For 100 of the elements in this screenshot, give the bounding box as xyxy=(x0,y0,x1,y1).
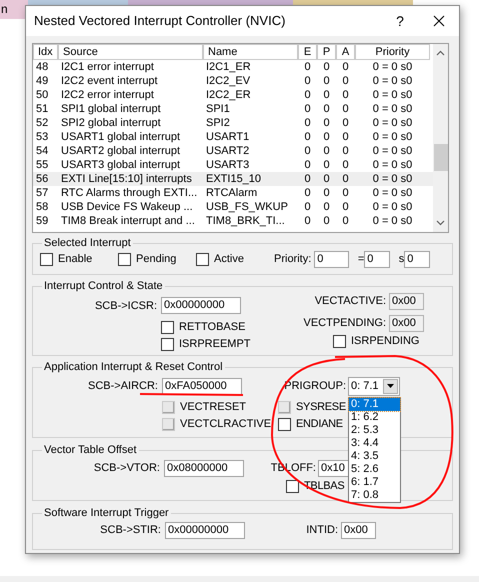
table-cell-text: 0 xyxy=(341,130,350,144)
window-title: Nested Vectored Interrupt Controller (NVIC) xyxy=(34,12,286,30)
table-cell-text: USART3 global interrupt xyxy=(60,158,182,172)
field-label: SCB->AIRCR: xyxy=(87,379,158,393)
table-cell-text: 0 xyxy=(303,214,312,228)
value-field[interactable]: 0 xyxy=(314,250,350,268)
checkbox-label: Enable xyxy=(58,252,92,266)
table-cell-text: EXTI15_10 xyxy=(205,172,262,186)
dropdown-option[interactable]: 4: 3.5 xyxy=(349,450,400,462)
table-cell-text: 0 = 0 s0 xyxy=(372,186,414,200)
table-cell-text: I2C2_EV xyxy=(205,74,252,88)
field-label: VECTPENDING: xyxy=(302,316,386,330)
table-cell-text: USB_FS_WKUP xyxy=(205,200,289,214)
group-title: Application Interrupt & Reset Control xyxy=(43,361,224,374)
table-cell-text: 0 xyxy=(341,172,350,186)
column-header[interactable]: Source xyxy=(58,44,203,60)
scroll-up-icon[interactable] xyxy=(436,50,445,56)
value-field[interactable]: 0x00 xyxy=(389,314,424,332)
table-cell-text: 54 xyxy=(35,144,50,158)
field-label: SCB->VTOR: xyxy=(92,461,160,475)
dropdown-option[interactable]: 1: 6.2 xyxy=(349,410,400,424)
prigroup-dropdown[interactable]: 0: 7.1 xyxy=(348,376,400,396)
table-cell-text: 0 xyxy=(303,200,312,214)
column-header[interactable]: E xyxy=(298,44,317,60)
table-cell-text: 57 xyxy=(35,186,50,200)
table-cell-text: USB Device FS Wakeup ... xyxy=(60,200,194,214)
table-cell-text: RTCAlarm xyxy=(205,186,258,200)
column-header[interactable]: Priority xyxy=(355,44,430,60)
scrollbar[interactable] xyxy=(433,44,448,232)
background-tab[interactable]: n xyxy=(0,0,28,19)
checkbox-label: ISRPENDING xyxy=(351,334,420,348)
field-label: = xyxy=(356,252,364,266)
table-cell-text: TIM8 Break interrupt and ... xyxy=(60,214,196,228)
table-cell-text: 0 xyxy=(303,130,312,144)
checkbox[interactable] xyxy=(196,252,209,266)
value-field[interactable]: 0xFA050000 xyxy=(162,378,242,394)
checkbox[interactable] xyxy=(278,418,291,430)
checkbox[interactable] xyxy=(333,334,346,348)
help-button[interactable]: ? xyxy=(389,10,411,32)
column-header[interactable]: Name xyxy=(203,44,298,60)
column-header[interactable]: Idx xyxy=(33,44,58,60)
close-icon[interactable] xyxy=(433,15,445,27)
column-header[interactable]: A xyxy=(336,44,355,60)
table-cell-text: 0 = 0 s0 xyxy=(372,158,414,172)
checkbox[interactable] xyxy=(161,338,174,350)
table-row[interactable]: 56 EXTI Line[15:10] interrupts EXTI15_10 0 0 0 0 = 0 s0 xyxy=(33,172,433,186)
table-cell-text: 0 xyxy=(322,60,331,74)
dropdown-option[interactable]: 2: 5.3 xyxy=(349,424,400,436)
table-cell-text: 52 xyxy=(35,116,50,130)
value-field[interactable]: 0x00 xyxy=(341,522,376,538)
table-cell-text: 0 xyxy=(303,74,312,88)
value-field[interactable]: 0x00 xyxy=(389,292,424,310)
table-cell-text: 0 xyxy=(322,88,331,102)
checkbox-label: ENDIANE xyxy=(296,417,343,431)
table-cell-text: USART1 global interrupt xyxy=(60,130,182,144)
dropdown-option[interactable]: 6: 1.7 xyxy=(349,476,400,488)
table-cell-text: 0 xyxy=(322,144,331,158)
column-header[interactable]: P xyxy=(317,44,336,60)
checkbox[interactable] xyxy=(286,480,299,492)
table-cell-text: 0 = 0 s0 xyxy=(372,88,414,102)
table-cell-text: EXTI Line[15:10] interrupts xyxy=(60,172,193,186)
table-cell-text: 56 xyxy=(35,172,50,186)
table-cell-text: 0 = 0 s0 xyxy=(372,74,414,88)
table-cell-text: 0 = 0 s0 xyxy=(372,200,414,214)
table-cell-text: 0 xyxy=(341,158,350,172)
checkbox-label: RETTOBASE xyxy=(179,320,246,334)
checkbox[interactable] xyxy=(40,252,53,266)
table-cell-text: 0 = 0 s0 xyxy=(372,172,414,186)
value-field[interactable]: 0x08000000 xyxy=(164,460,244,476)
value-field[interactable]: 0 xyxy=(364,250,390,268)
dropdown-option[interactable]: 3: 4.4 xyxy=(349,436,400,450)
scrollbar-thumb[interactable] xyxy=(434,144,448,171)
checkbox-label: VECTRESET xyxy=(180,400,246,414)
table-cell-text: 0 xyxy=(341,88,350,102)
group-title: Interrupt Control & State xyxy=(43,280,164,293)
table-cell-text: 0 xyxy=(322,158,331,172)
table-cell-text: SPI1 xyxy=(205,102,231,116)
table-cell-text: 53 xyxy=(35,130,50,144)
table-cell-text: 0 xyxy=(303,102,312,116)
checkbox-label: SYSRESE xyxy=(296,400,346,414)
value-field[interactable]: 0x00000000 xyxy=(165,522,245,538)
table-cell-text: 0 xyxy=(303,186,312,200)
table-cell-text: USART2 global interrupt xyxy=(60,144,182,158)
value-field[interactable]: 0x00000000 xyxy=(161,297,241,314)
checkbox[interactable] xyxy=(118,252,131,266)
table-cell-text: 0 xyxy=(341,102,350,116)
table-cell-text: 58 xyxy=(35,200,50,214)
dropdown-option[interactable]: 0: 7.1 xyxy=(349,398,400,410)
table-cell-text: SPI1 global interrupt xyxy=(60,102,162,116)
table-cell-text: USART2 xyxy=(205,144,250,158)
table-cell-text: TIM8_BRK_TI... xyxy=(205,214,286,228)
value-field[interactable]: 0 xyxy=(404,250,430,268)
dropdown-option[interactable]: 7: 0.8 xyxy=(349,488,400,502)
scroll-down-icon[interactable] xyxy=(436,220,445,226)
table-cell-text: 0 xyxy=(341,74,350,88)
table-cell-text: 0 = 0 s0 xyxy=(372,116,414,130)
field-label: s xyxy=(398,252,404,266)
checkbox[interactable] xyxy=(161,320,174,334)
field-label: SCB->STIR: xyxy=(99,523,161,537)
table-cell-text: 0 xyxy=(322,200,331,214)
